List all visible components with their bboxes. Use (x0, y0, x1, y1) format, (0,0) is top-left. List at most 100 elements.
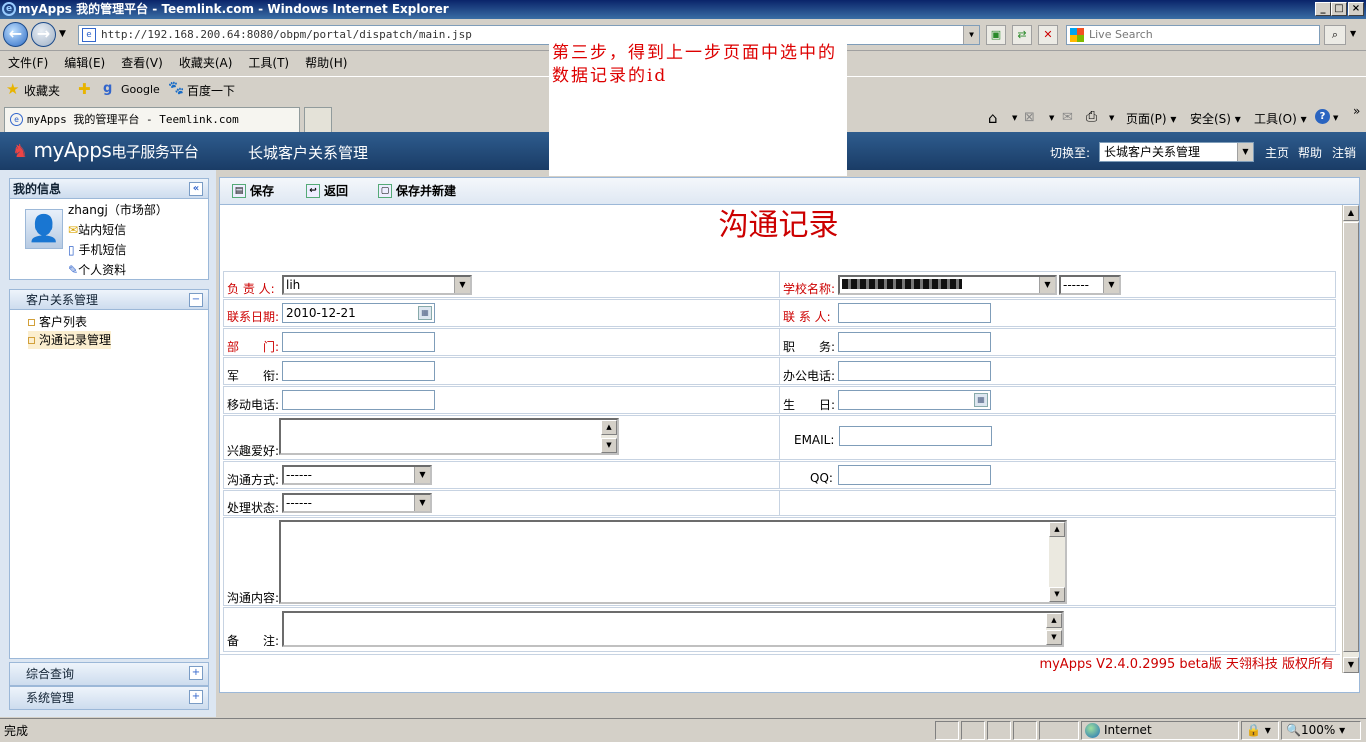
safety-menu[interactable]: 安全(S) ▾ (1190, 110, 1241, 127)
back-nav-button[interactable]: ← (3, 22, 28, 47)
fav-link-google[interactable]: Google (121, 83, 160, 96)
calendar-icon[interactable]: ▦ (974, 393, 988, 407)
minimize-button[interactable]: _ (1315, 2, 1331, 16)
home-dropdown-icon[interactable]: ▼ (1012, 114, 1017, 122)
mobile-sms-link[interactable]: ▯ 手机短信 (68, 241, 126, 259)
status-select[interactable]: ------ ▼ (282, 493, 432, 513)
system-name: 长城客户关系管理 (248, 144, 369, 162)
expand-plus-icon[interactable]: + (189, 690, 203, 704)
qq-input[interactable] (838, 465, 991, 485)
home-icon[interactable]: ⌂ (988, 109, 998, 127)
security-zone[interactable]: Internet (1081, 721, 1239, 740)
expand-plus-icon[interactable]: + (189, 666, 203, 680)
sidebar-item-communication[interactable]: 沟通记录管理 (28, 331, 112, 349)
toolbar-overflow-icon[interactable]: » (1353, 104, 1360, 118)
form-row: 部 门: 职 务: (223, 328, 1336, 356)
remark-textarea[interactable]: ▲ ▼ (282, 611, 1064, 647)
home-link[interactable]: 主页 (1265, 144, 1289, 161)
avatar: 👤 (25, 209, 63, 249)
search-input[interactable]: Live Search (1066, 25, 1320, 45)
position-input[interactable] (838, 332, 991, 352)
menu-favorites[interactable]: 收藏夹(A) (179, 52, 233, 74)
mail-icon[interactable]: ✉ (1062, 110, 1073, 125)
save-button[interactable]: ▤ 保存 (232, 182, 274, 200)
textarea-scrollbar[interactable]: ▲ ▼ (601, 420, 617, 453)
scroll-up-icon[interactable]: ▲ (1343, 205, 1359, 221)
help-link[interactable]: 帮助 (1298, 144, 1322, 161)
form-row: 负 责 人: lih ▼ 学校名称: ▼ ------ ▼ (223, 271, 1336, 298)
new-tab-button[interactable] (304, 107, 332, 132)
office-phone-input[interactable] (838, 361, 991, 381)
tab-myapps[interactable]: e myApps 我的管理平台 - Teemlink.com (4, 107, 300, 132)
email-input[interactable] (839, 426, 992, 446)
content-label: 沟通内容: (227, 591, 280, 605)
logo-icon: ♞ (12, 141, 28, 162)
forward-nav-button[interactable]: → (31, 22, 56, 47)
sidebar-item-customers[interactable]: 客户列表 (28, 313, 87, 331)
textarea-scrollbar[interactable]: ▲ ▼ (1049, 522, 1065, 602)
scroll-down-icon[interactable]: ▼ (1343, 657, 1359, 673)
favorites-button[interactable]: 收藏夹 (24, 82, 60, 99)
history-dropdown-icon[interactable]: ▼ (59, 29, 66, 39)
refresh-icon[interactable]: ⇄ (1012, 25, 1032, 45)
feeds-dropdown-icon[interactable]: ▼ (1049, 114, 1054, 122)
address-dropdown-icon[interactable]: ▼ (963, 26, 979, 44)
query-panel[interactable]: 综合查询 + (9, 662, 209, 686)
print-dropdown-icon[interactable]: ▼ (1109, 114, 1114, 122)
rank-input[interactable] (282, 361, 435, 381)
school-select[interactable]: ▼ (838, 275, 1057, 295)
help-dropdown-icon[interactable]: ▼ (1333, 114, 1338, 122)
crm-panel-title[interactable]: 客户关系管理 − (10, 290, 208, 310)
email-label: EMAIL: (794, 433, 835, 447)
contact-date-input[interactable]: 2010-12-21 ▦ (282, 303, 435, 323)
calendar-icon[interactable]: ▦ (418, 306, 432, 320)
ie-logo-icon: e (2, 2, 16, 16)
phone-icon: ▯ (68, 243, 75, 257)
tools-menu[interactable]: 工具(O) ▾ (1254, 110, 1307, 127)
search-go-icon[interactable]: ⌕ (1324, 25, 1346, 45)
menu-view[interactable]: 查看(V) (121, 52, 163, 74)
birthday-input[interactable]: ▦ (838, 390, 991, 410)
search-options-icon[interactable]: ▼ (1350, 29, 1356, 38)
system-switch-select[interactable]: 长城客户关系管理 ▼ (1099, 142, 1254, 162)
menu-tools[interactable]: 工具(T) (248, 52, 289, 74)
help-icon[interactable]: ? (1315, 109, 1330, 124)
zoom-control[interactable]: 🔍100% ▾ (1281, 721, 1361, 740)
contact-person-input[interactable] (838, 303, 991, 323)
dept-input[interactable] (282, 332, 435, 352)
add-favorite-icon[interactable]: ✚ (78, 80, 91, 98)
mobile-input[interactable] (282, 390, 435, 410)
textarea-scrollbar[interactable]: ▲ ▼ (1046, 613, 1062, 645)
menu-file[interactable]: 文件(F) (8, 52, 48, 74)
method-select[interactable]: ------ ▼ (282, 465, 432, 485)
back-button[interactable]: ↩ 返回 (306, 182, 348, 200)
feeds-icon[interactable]: ⊠ (1024, 110, 1035, 125)
stop-icon[interactable]: ✕ (1038, 25, 1058, 45)
menu-help[interactable]: 帮助(H) (305, 52, 347, 74)
compat-view-icon[interactable]: ▣ (986, 25, 1006, 45)
logout-link[interactable]: 注销 (1332, 144, 1356, 161)
main-content: ▤ 保存 ↩ 返回 ▢ 保存并新建 沟通记录 ▲ ▼ 负 责 人: lih ▼ 学校名称… (219, 177, 1360, 693)
page-menu[interactable]: 页面(P) ▾ (1126, 110, 1176, 127)
menu-edit[interactable]: 编辑(E) (64, 52, 105, 74)
close-window-button[interactable]: × (1348, 2, 1364, 16)
scroll-thumb[interactable] (1343, 222, 1359, 652)
switch-label: 切换至: (1050, 146, 1091, 160)
copyright-footer: myApps V2.4.0.2995 beta版 天翎科技 版权所有 (220, 654, 1340, 674)
form-scrollbar[interactable]: ▲ ▼ (1342, 205, 1359, 673)
owner-select[interactable]: lih ▼ (282, 275, 472, 295)
system-panel[interactable]: 系统管理 + (9, 686, 209, 710)
school-sub-select[interactable]: ------ ▼ (1059, 275, 1121, 295)
fav-link-baidu[interactable]: 百度一下 (187, 82, 235, 99)
protected-mode[interactable]: 🔒 ▾ (1241, 721, 1279, 740)
hobby-textarea[interactable]: ▲ ▼ (279, 418, 619, 455)
maximize-button[interactable]: □ (1331, 2, 1347, 16)
chevron-down-icon: ▼ (414, 467, 430, 483)
print-icon[interactable]: ⎙ (1086, 109, 1097, 125)
internal-sms-link[interactable]: ✉站内短信 (68, 221, 126, 239)
profile-link[interactable]: ✎个人资料 (68, 261, 126, 279)
collapse-minus-icon[interactable]: − (189, 293, 203, 307)
content-textarea[interactable]: ▲ ▼ (279, 520, 1067, 604)
save-new-button[interactable]: ▢ 保存并新建 (378, 182, 456, 200)
collapse-left-icon[interactable]: « (189, 182, 203, 196)
